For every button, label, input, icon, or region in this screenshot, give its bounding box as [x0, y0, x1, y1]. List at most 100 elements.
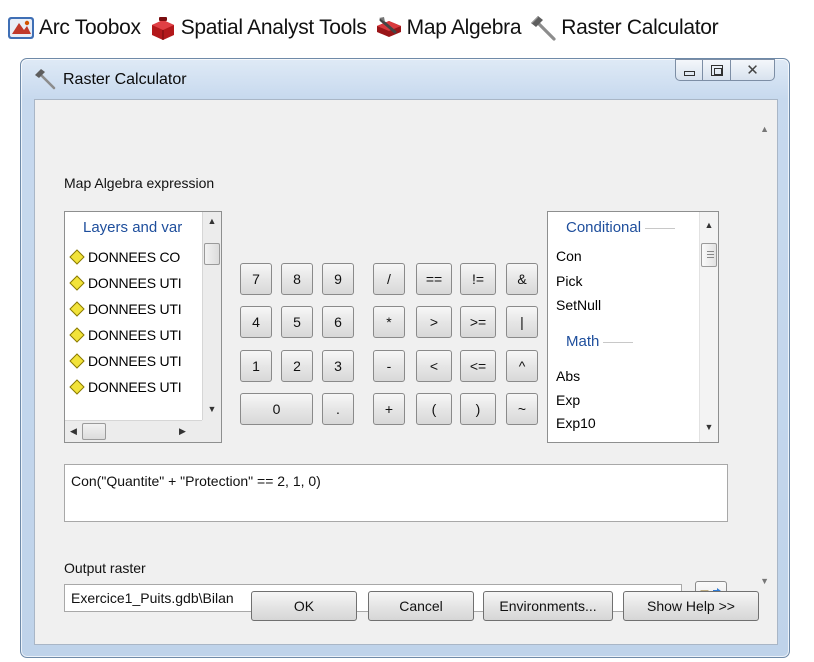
group-header-label: Math — [566, 333, 600, 350]
window-controls: ✕ — [675, 59, 775, 81]
layer-item-label: DONNEES UTI — [88, 327, 182, 343]
grip-line — [707, 251, 714, 252]
key-not-equal[interactable]: != — [460, 263, 496, 295]
expression-label: Map Algebra expression — [64, 175, 215, 191]
scroll-up-icon[interactable]: ▲ — [760, 124, 769, 134]
key-greater-equal[interactable]: >= — [460, 306, 496, 338]
key-xor[interactable]: ^ — [506, 350, 538, 382]
breadcrumb-item-spatial-analyst[interactable]: Spatial Analyst Tools — [148, 13, 367, 43]
key-and[interactable]: & — [506, 263, 538, 295]
breadcrumb-label: Spatial Analyst Tools — [180, 16, 367, 39]
scroll-left-arrow-icon[interactable]: ◀ — [70, 426, 77, 437]
layers-header: Layers and var — [83, 219, 183, 236]
breadcrumb-item-toolbox[interactable]: Arc Toobox — [6, 13, 141, 43]
scroll-right-arrow-icon[interactable]: ▶ — [179, 426, 186, 437]
layers-list[interactable]: Layers and var DONNEES CO DONNEES UTI DO… — [64, 211, 222, 443]
scroll-down-arrow-icon[interactable]: ▼ — [203, 404, 221, 414]
function-abs[interactable]: Abs — [556, 368, 580, 384]
dialog-body: ▲ Map Algebra expression Layers and var … — [34, 99, 778, 645]
minimize-icon — [683, 70, 695, 76]
key-3[interactable]: 3 — [322, 350, 354, 382]
key-7[interactable]: 7 — [240, 263, 272, 295]
scroll-thumb[interactable] — [701, 243, 717, 267]
layer-item[interactable]: DONNEES UTI — [69, 323, 182, 347]
hammer-icon — [33, 67, 57, 91]
raster-layer-icon — [69, 353, 85, 369]
breadcrumb: Arc Toobox Spatial Analyst Tools Map Alg… — [6, 10, 810, 46]
function-exp[interactable]: Exp — [556, 392, 580, 408]
breadcrumb-label: Raster Calculator — [561, 16, 719, 39]
function-pick[interactable]: Pick — [556, 273, 582, 289]
group-header-conditional: Conditional — [566, 219, 676, 236]
key-greater[interactable]: > — [416, 306, 452, 338]
expression-textbox[interactable]: Con("Quantite" + "Protection" == 2, 1, 0… — [64, 464, 728, 522]
function-exp10[interactable]: Exp10 — [556, 415, 596, 431]
layer-item-label: DONNEES UTI — [88, 301, 182, 317]
group-header-label: Conditional — [566, 219, 642, 236]
function-con[interactable]: Con — [556, 248, 582, 264]
key-2[interactable]: 2 — [281, 350, 313, 382]
raster-layer-icon — [69, 327, 85, 343]
function-setnull[interactable]: SetNull — [556, 297, 601, 313]
grip-line — [707, 257, 714, 258]
key-plus[interactable]: + — [373, 393, 405, 425]
key-6[interactable]: 6 — [322, 306, 354, 338]
key-4[interactable]: 4 — [240, 306, 272, 338]
key-1[interactable]: 1 — [240, 350, 272, 382]
key-decimal[interactable]: . — [322, 393, 354, 425]
functions-list[interactable]: Conditional Con Pick SetNull Math Abs Ex… — [547, 211, 719, 443]
key-5[interactable]: 5 — [281, 306, 313, 338]
scroll-down-icon[interactable]: ▼ — [760, 576, 769, 586]
scroll-up-arrow-icon[interactable]: ▲ — [700, 220, 718, 230]
key-9[interactable]: 9 — [322, 263, 354, 295]
key-not[interactable]: ~ — [506, 393, 538, 425]
show-help-button[interactable]: Show Help >> — [623, 591, 759, 621]
functions-vertical-scrollbar[interactable]: ▲ ▼ — [699, 212, 718, 442]
layer-item[interactable]: DONNEES UTI — [69, 271, 182, 295]
key-multiply[interactable]: * — [373, 306, 405, 338]
group-header-math: Math — [566, 333, 634, 350]
breadcrumb-item-map-algebra[interactable]: Map Algebra — [374, 13, 522, 43]
key-less-equal[interactable]: <= — [460, 350, 496, 382]
scroll-down-arrow-icon[interactable]: ▼ — [700, 422, 718, 432]
key-close-paren[interactable]: ) — [460, 393, 496, 425]
key-less[interactable]: < — [416, 350, 452, 382]
key-equal[interactable]: == — [416, 263, 452, 295]
maximize-button[interactable] — [703, 59, 731, 81]
grip-line — [707, 254, 714, 255]
raster-layer-icon — [69, 275, 85, 291]
title-bar[interactable]: Raster Calculator ✕ — [21, 59, 789, 99]
key-8[interactable]: 8 — [281, 263, 313, 295]
window-title: Raster Calculator — [63, 71, 187, 88]
key-0[interactable]: 0 — [240, 393, 313, 425]
group-divider — [645, 227, 676, 229]
close-button[interactable]: ✕ — [731, 59, 775, 81]
raster-layer-icon — [69, 379, 85, 395]
environments-button[interactable]: Environments... — [483, 591, 613, 621]
scroll-up-arrow-icon[interactable]: ▲ — [203, 216, 221, 226]
breadcrumb-label: Map Algebra — [406, 16, 522, 39]
minimize-button[interactable] — [675, 59, 703, 81]
raster-layer-icon — [69, 301, 85, 317]
key-divide[interactable]: / — [373, 263, 405, 295]
ok-button[interactable]: OK — [251, 591, 357, 621]
raster-calculator-window: Raster Calculator ✕ ▲ Map Algebra expres… — [20, 58, 790, 658]
breadcrumb-item-raster-calculator[interactable]: Raster Calculator — [528, 13, 719, 43]
group-divider — [603, 341, 634, 343]
layer-item[interactable]: DONNEES UTI — [69, 349, 182, 373]
key-minus[interactable]: - — [373, 350, 405, 382]
scroll-thumb[interactable] — [204, 243, 220, 265]
layer-item[interactable]: DONNEES CO — [69, 245, 180, 269]
key-open-paren[interactable]: ( — [416, 393, 452, 425]
scroll-thumb[interactable] — [82, 423, 106, 440]
scrollbar-corner — [202, 420, 221, 442]
layer-item[interactable]: DONNEES UTI — [69, 297, 182, 321]
key-or[interactable]: | — [506, 306, 538, 338]
output-raster-label: Output raster — [64, 560, 146, 576]
layers-horizontal-scrollbar[interactable]: ◀ ▶ — [65, 420, 204, 442]
arc-toolbox-icon — [6, 13, 36, 43]
cancel-button[interactable]: Cancel — [368, 591, 474, 621]
layer-item-label: DONNEES UTI — [88, 353, 182, 369]
layer-item[interactable]: DONNEES UTI — [69, 375, 182, 399]
layers-vertical-scrollbar[interactable]: ▲ ▼ — [202, 212, 221, 420]
